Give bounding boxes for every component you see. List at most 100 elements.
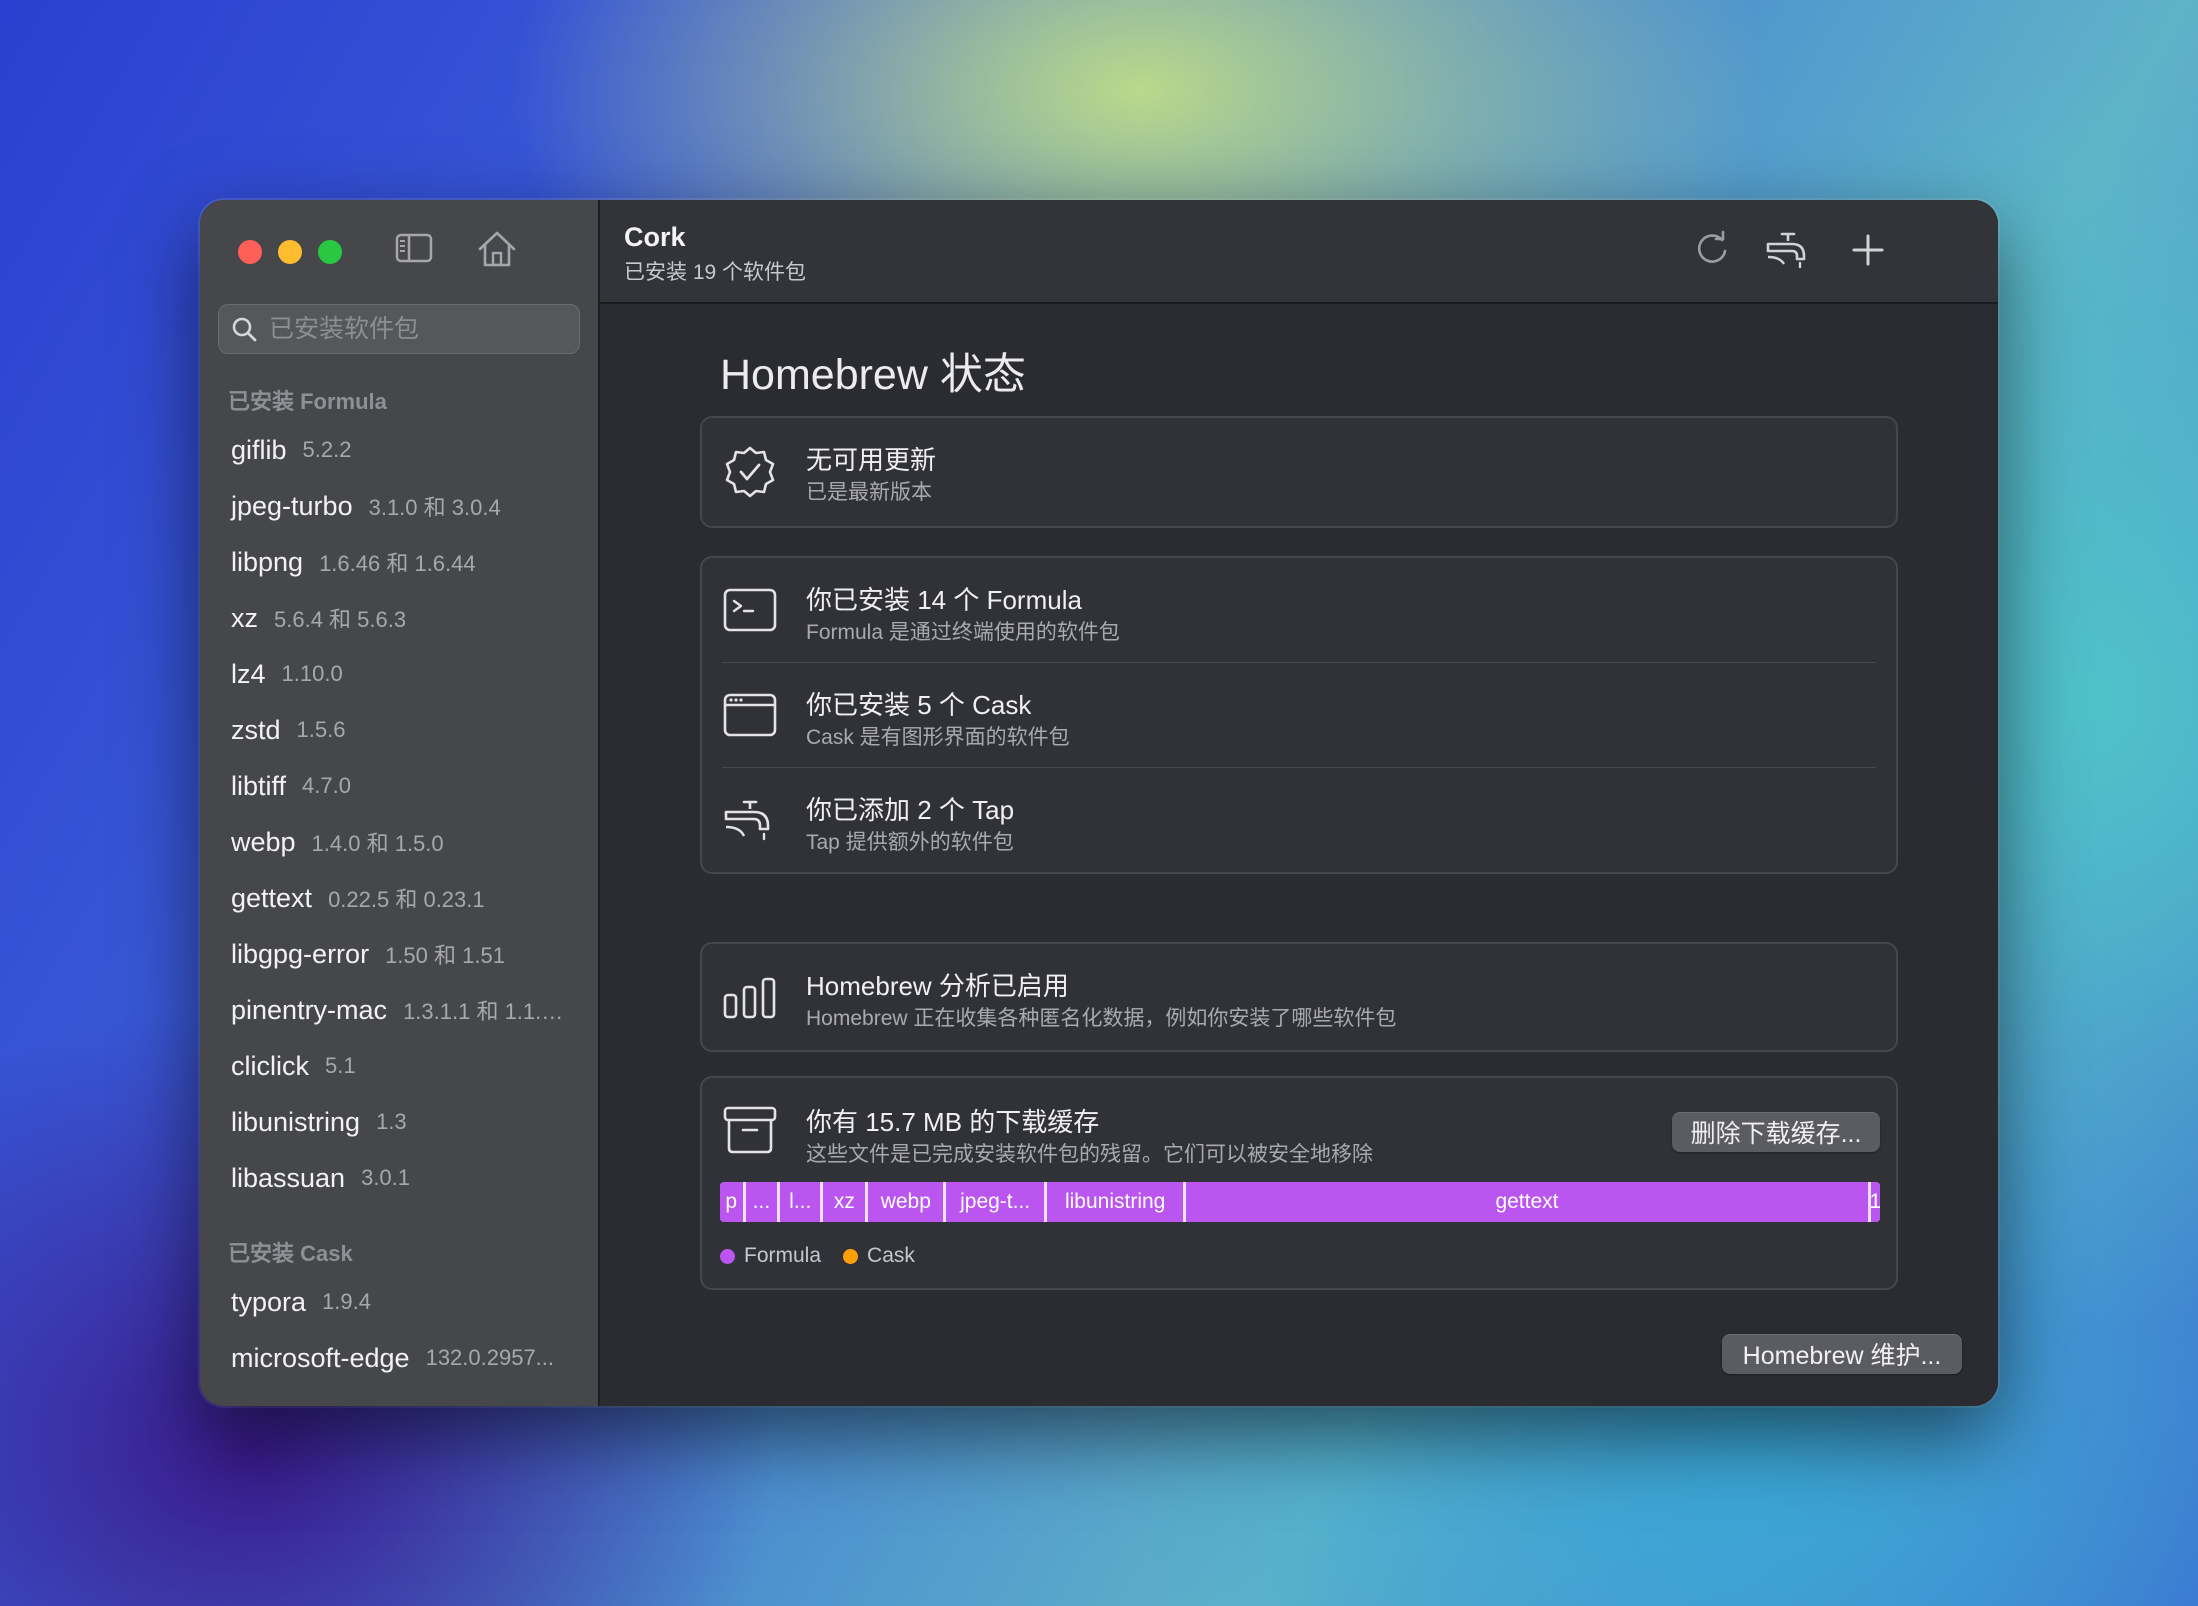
package-name: gettext: [231, 882, 313, 913]
package-version: 5.2.2: [302, 437, 352, 462]
add-icon[interactable]: [1848, 228, 1888, 272]
analytics-title: Homebrew 分析已启用: [806, 971, 1069, 1001]
search-field[interactable]: [218, 304, 580, 354]
package-name: webp: [231, 826, 296, 857]
legend-formula-label: Formula: [744, 1244, 822, 1267]
cask-count-title: 你已安装 5 个 Cask: [806, 690, 1032, 720]
close-button[interactable]: [238, 240, 262, 264]
package-version: 1.3.1.1 和 1.1.1....: [403, 999, 574, 1024]
packages-card: 你已安装 14 个 Formula Formula 是通过终端使用的软件包 你已…: [700, 556, 1898, 874]
page-title: Homebrew 状态: [720, 351, 1026, 399]
package-version: 1.9.4: [322, 1289, 371, 1314]
cache-legend: Formula Cask: [720, 1244, 915, 1268]
formula-list: giflib 5.2.2 jpeg-turbo 3.1.0 和 3.0.4 libpng…: [200, 422, 598, 1206]
sidebar-package-item[interactable]: xz 5.6.4 和 5.6.3: [200, 590, 598, 646]
cache-segment[interactable]: p: [720, 1182, 746, 1222]
package-name: pinentry-mac: [231, 994, 388, 1025]
cask-list: typora 1.9.4 microsoft-edge 132.0.2957...: [200, 1274, 598, 1386]
cache-title: 你有 15.7 MB 的下载缓存: [806, 1107, 1100, 1137]
cask-section-title: 已安装 Cask: [228, 1241, 353, 1266]
analytics-subtitle: Homebrew 正在收集各种匿名化数据，例如你安装了哪些软件包: [806, 1007, 1397, 1030]
sidebar-package-item[interactable]: cliclick 5.1: [200, 1038, 598, 1094]
package-name: libtiff: [231, 770, 287, 801]
package-name: jpeg-turbo: [231, 490, 353, 521]
sidebar-package-item[interactable]: giflib 5.2.2: [200, 422, 598, 478]
refresh-icon[interactable]: [1692, 228, 1732, 272]
sidebar-package-item[interactable]: libtiff 4.7.0: [200, 758, 598, 814]
cache-subtitle: 这些文件是已完成安装软件包的残留。它们可以被安全地移除: [806, 1143, 1373, 1166]
package-version: 4.7.0: [302, 773, 351, 798]
sidebar-toggle-icon[interactable]: [394, 228, 434, 268]
formula-count-subtitle: Formula 是通过终端使用的软件包: [806, 621, 1120, 644]
package-name: lz4: [231, 658, 266, 689]
homebrew-maintenance-button[interactable]: Homebrew 维护...: [1722, 1334, 1962, 1374]
sidebar-package-item[interactable]: libgpg-error 1.50 和 1.51: [200, 926, 598, 982]
cache-segment[interactable]: xz: [823, 1182, 869, 1222]
sidebar-package-item[interactable]: pinentry-mac 1.3.1.1 和 1.1.1....: [200, 982, 598, 1038]
sidebar-package-item[interactable]: microsoft-edge 132.0.2957...: [200, 1330, 598, 1386]
cache-segment[interactable]: ...: [745, 1182, 781, 1222]
search-input[interactable]: [267, 313, 571, 345]
cache-segment[interactable]: libunistring: [1047, 1182, 1187, 1222]
package-name: libpng: [231, 546, 304, 577]
sidebar-package-item[interactable]: libassuan 3.0.1: [200, 1150, 598, 1206]
formula-legend-dot: [720, 1248, 735, 1264]
package-version: 3.1.0 和 3.0.4: [368, 495, 501, 520]
home-icon[interactable]: [476, 228, 518, 270]
package-name: giflib: [231, 434, 287, 465]
status-content: Homebrew 状态 无可用更新 已是最新版本 你已安装 14 个 Formu…: [600, 304, 1998, 1406]
app-window: 已安装 Formula giflib 5.2.2 jpeg-turbo 3.1.0 和…: [200, 200, 1998, 1406]
formula-count-title: 你已安装 14 个 Formula: [806, 585, 1082, 615]
delete-cache-button[interactable]: 删除下载缓存...: [1672, 1112, 1880, 1152]
sidebar-package-item[interactable]: webp 1.4.0 和 1.5.0: [200, 814, 598, 870]
tap-faucet-icon[interactable]: [1764, 228, 1812, 272]
sidebar-package-item[interactable]: lz4 1.10.0: [200, 646, 598, 702]
cache-segment[interactable]: l...: [780, 1182, 824, 1222]
formula-section-title: 已安装 Formula: [228, 389, 387, 414]
package-version: 0.22.5 和 0.23.1: [328, 887, 485, 912]
faucet-icon: [724, 800, 770, 841]
package-version: 132.0.2957...: [425, 1345, 555, 1370]
formula-row: 你已安装 14 个 Formula Formula 是通过终端使用的软件包: [702, 558, 1896, 662]
cache-segment[interactable]: gettext: [1186, 1182, 1871, 1222]
sidebar-package-item[interactable]: libpng 1.6.46 和 1.6.44: [200, 534, 598, 590]
package-name: cliclick: [231, 1050, 309, 1081]
cache-usage-bar: p... l... xz webp jpeg-t... libunistring gette…: [720, 1182, 1880, 1222]
package-version: 3.0.1: [361, 1165, 411, 1190]
cask-row: 你已安装 5 个 Cask Cask 是有图形界面的软件包: [702, 663, 1896, 767]
package-name: microsoft-edge: [231, 1342, 410, 1373]
search-icon: [232, 317, 257, 342]
cache-card: 你有 15.7 MB 的下载缓存 这些文件是已完成安装软件包的残留。它们可以被安…: [700, 1076, 1898, 1290]
app-window-icon: [723, 693, 777, 737]
sidebar-package-item[interactable]: libunistring 1.3: [200, 1094, 598, 1150]
cache-segment[interactable]: jpeg-t...: [946, 1182, 1048, 1222]
sidebar: 已安装 Formula giflib 5.2.2 jpeg-turbo 3.1.0 和…: [200, 200, 600, 1406]
sidebar-package-item[interactable]: gettext 0.22.5 和 0.23.1: [200, 870, 598, 926]
sidebar-package-item[interactable]: zstd 1.5.6: [200, 702, 598, 758]
updates-card: 无可用更新 已是最新版本: [700, 416, 1898, 528]
updates-title: 无可用更新: [806, 445, 937, 475]
sidebar-package-item[interactable]: jpeg-turbo 3.1.0 和 3.0.4: [200, 478, 598, 534]
package-version: 1.4.0 和 1.5.0: [311, 831, 444, 856]
terminal-icon: [723, 588, 777, 632]
cask-count-subtitle: Cask 是有图形界面的软件包: [806, 726, 1070, 749]
window-subtitle: 已安装 19 个软件包: [624, 261, 807, 284]
cache-segment[interactable]: 1: [1870, 1182, 1880, 1222]
toolbar: Cork 已安装 19 个软件包: [600, 200, 1998, 304]
package-version: 1.3: [376, 1109, 407, 1134]
package-name: libgpg-error: [231, 938, 370, 969]
sidebar-package-item[interactable]: typora 1.9.4: [200, 1274, 598, 1330]
window-controls: [238, 240, 342, 264]
zoom-button[interactable]: [318, 240, 342, 264]
package-version: 5.1: [325, 1053, 356, 1078]
minimize-button[interactable]: [278, 240, 302, 264]
package-name: libassuan: [231, 1162, 346, 1193]
tap-count-title: 你已添加 2 个 Tap: [806, 795, 1015, 825]
main-pane: Cork 已安装 19 个软件包 Homebrew 状态 无可用更新 已是最新版…: [600, 200, 1998, 1406]
package-name: zstd: [231, 714, 281, 745]
package-version: 1.6.46 和 1.6.44: [319, 551, 476, 576]
package-name: libunistring: [231, 1106, 361, 1137]
package-version: 1.5.6: [296, 717, 346, 742]
cache-segment[interactable]: webp: [868, 1182, 947, 1222]
package-version: 5.6.4 和 5.6.3: [274, 607, 407, 632]
